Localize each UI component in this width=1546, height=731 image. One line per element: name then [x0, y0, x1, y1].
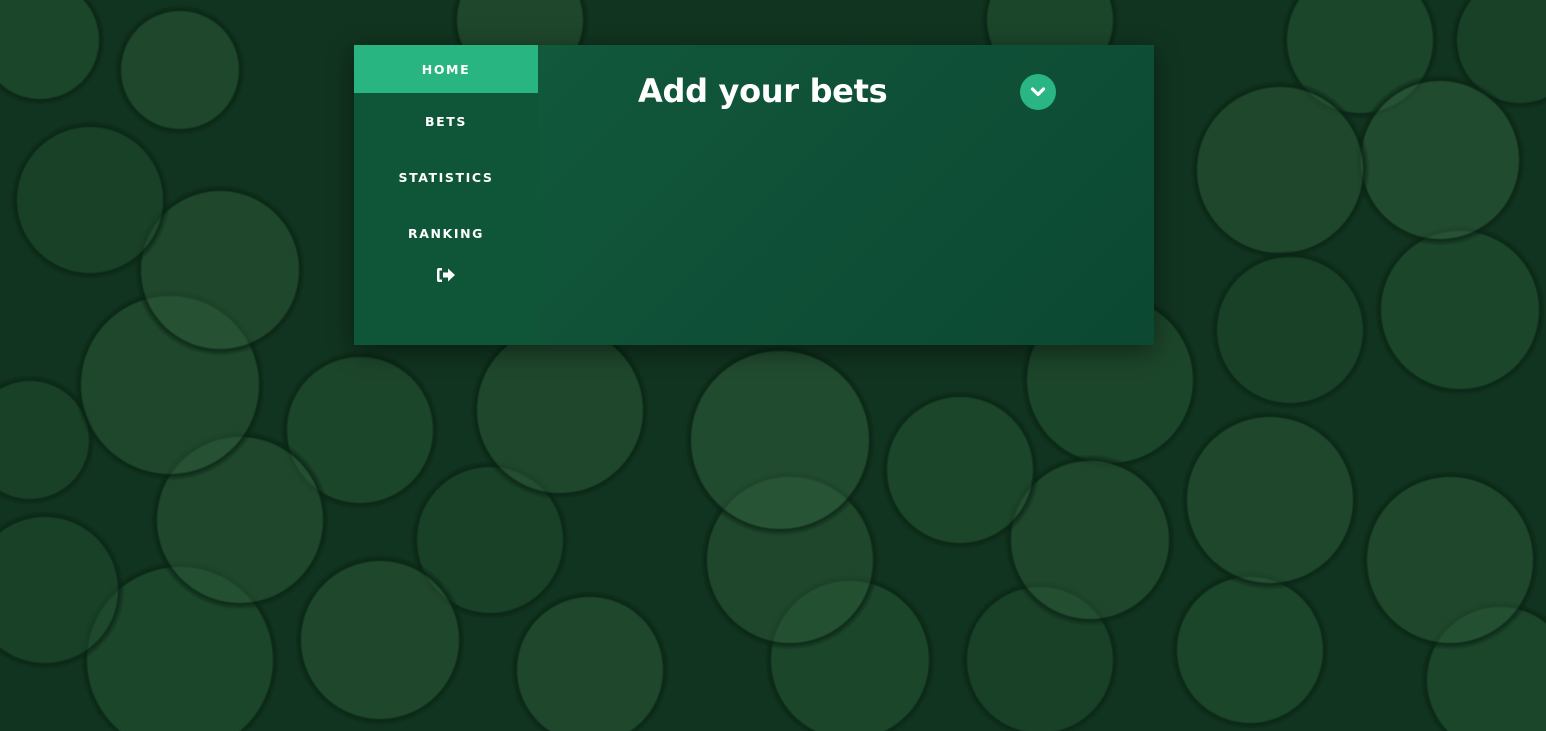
expand-toggle-button[interactable] [1020, 74, 1056, 110]
nav-item-statistics[interactable]: STATISTICS [354, 149, 538, 205]
nav-item-bets[interactable]: BETS [354, 93, 538, 149]
nav-item-label: RANKING [407, 225, 485, 241]
logout-button[interactable] [354, 261, 538, 311]
nav-item-ranking[interactable]: RANKING [354, 205, 538, 261]
nav-item-label: HOME [421, 61, 471, 77]
nav-item-label: STATISTICS [398, 169, 494, 185]
nav-item-home[interactable]: HOME [354, 45, 538, 93]
page-title: Add your bets [638, 72, 888, 110]
sidebar-nav: HOME BETS STATISTICS RANKING [354, 45, 538, 345]
chevron-down-icon [1030, 87, 1046, 97]
sign-out-icon [437, 268, 455, 282]
nav-item-label: BETS [425, 113, 467, 129]
content-area: Add your bets [538, 45, 1154, 345]
main-panel: HOME BETS STATISTICS RANKING Add your be… [354, 45, 1154, 345]
